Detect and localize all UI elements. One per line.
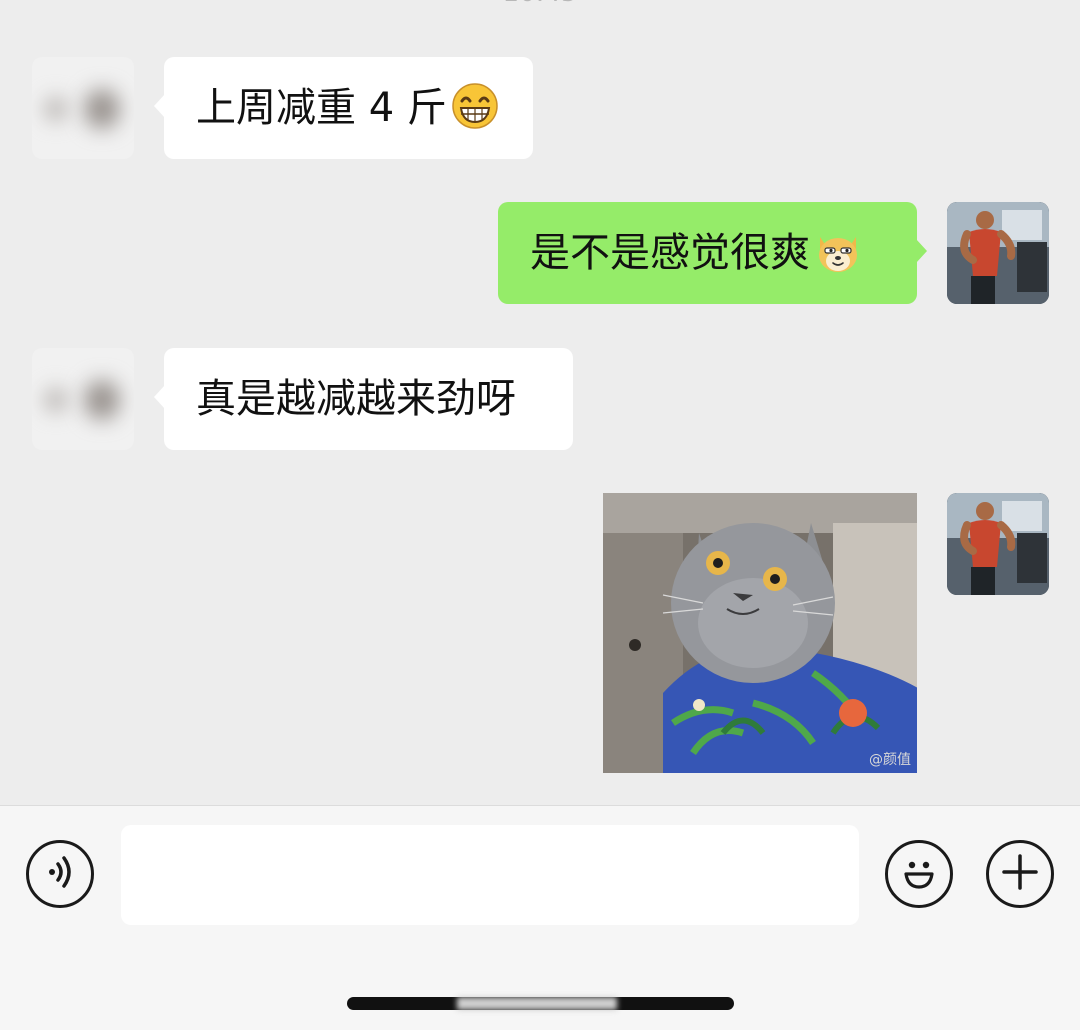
emoji-button[interactable] (885, 840, 953, 908)
message-bubble-incoming[interactable]: 上周减重 4 斤 (154, 57, 533, 159)
doge-face-icon (814, 227, 862, 275)
smiley-icon (897, 850, 941, 898)
chat-message-list[interactable]: 10:45 上周减重 4 斤 是不是感觉很爽 (0, 0, 1080, 805)
message-text: 上周减重 4 斤 (196, 85, 447, 131)
message-bubble-incoming[interactable]: 真是越减越来劲呀 (154, 348, 573, 450)
message-text: 真是越减越来劲呀 (196, 376, 516, 422)
self-avatar[interactable] (947, 493, 1049, 595)
sticker-watermark: @颜值 (869, 752, 911, 768)
chat-input-bar (0, 805, 1080, 1030)
voice-button[interactable] (26, 840, 94, 908)
self-avatar[interactable] (947, 202, 1049, 304)
contact-avatar[interactable] (32, 57, 134, 159)
sticker-image[interactable]: @颜值 (603, 493, 917, 773)
voice-icon (40, 852, 80, 896)
grinning-face-icon (451, 82, 499, 130)
message-bubble-outgoing[interactable]: 是不是感觉很爽 (498, 202, 927, 304)
message-input[interactable] (121, 825, 859, 925)
status-time: 10:45 (490, 0, 590, 8)
more-button[interactable] (986, 840, 1054, 908)
home-indicator[interactable] (347, 997, 734, 1010)
message-text: 是不是感觉很爽 (530, 230, 810, 276)
plus-icon (1000, 852, 1040, 896)
contact-avatar[interactable] (32, 348, 134, 450)
